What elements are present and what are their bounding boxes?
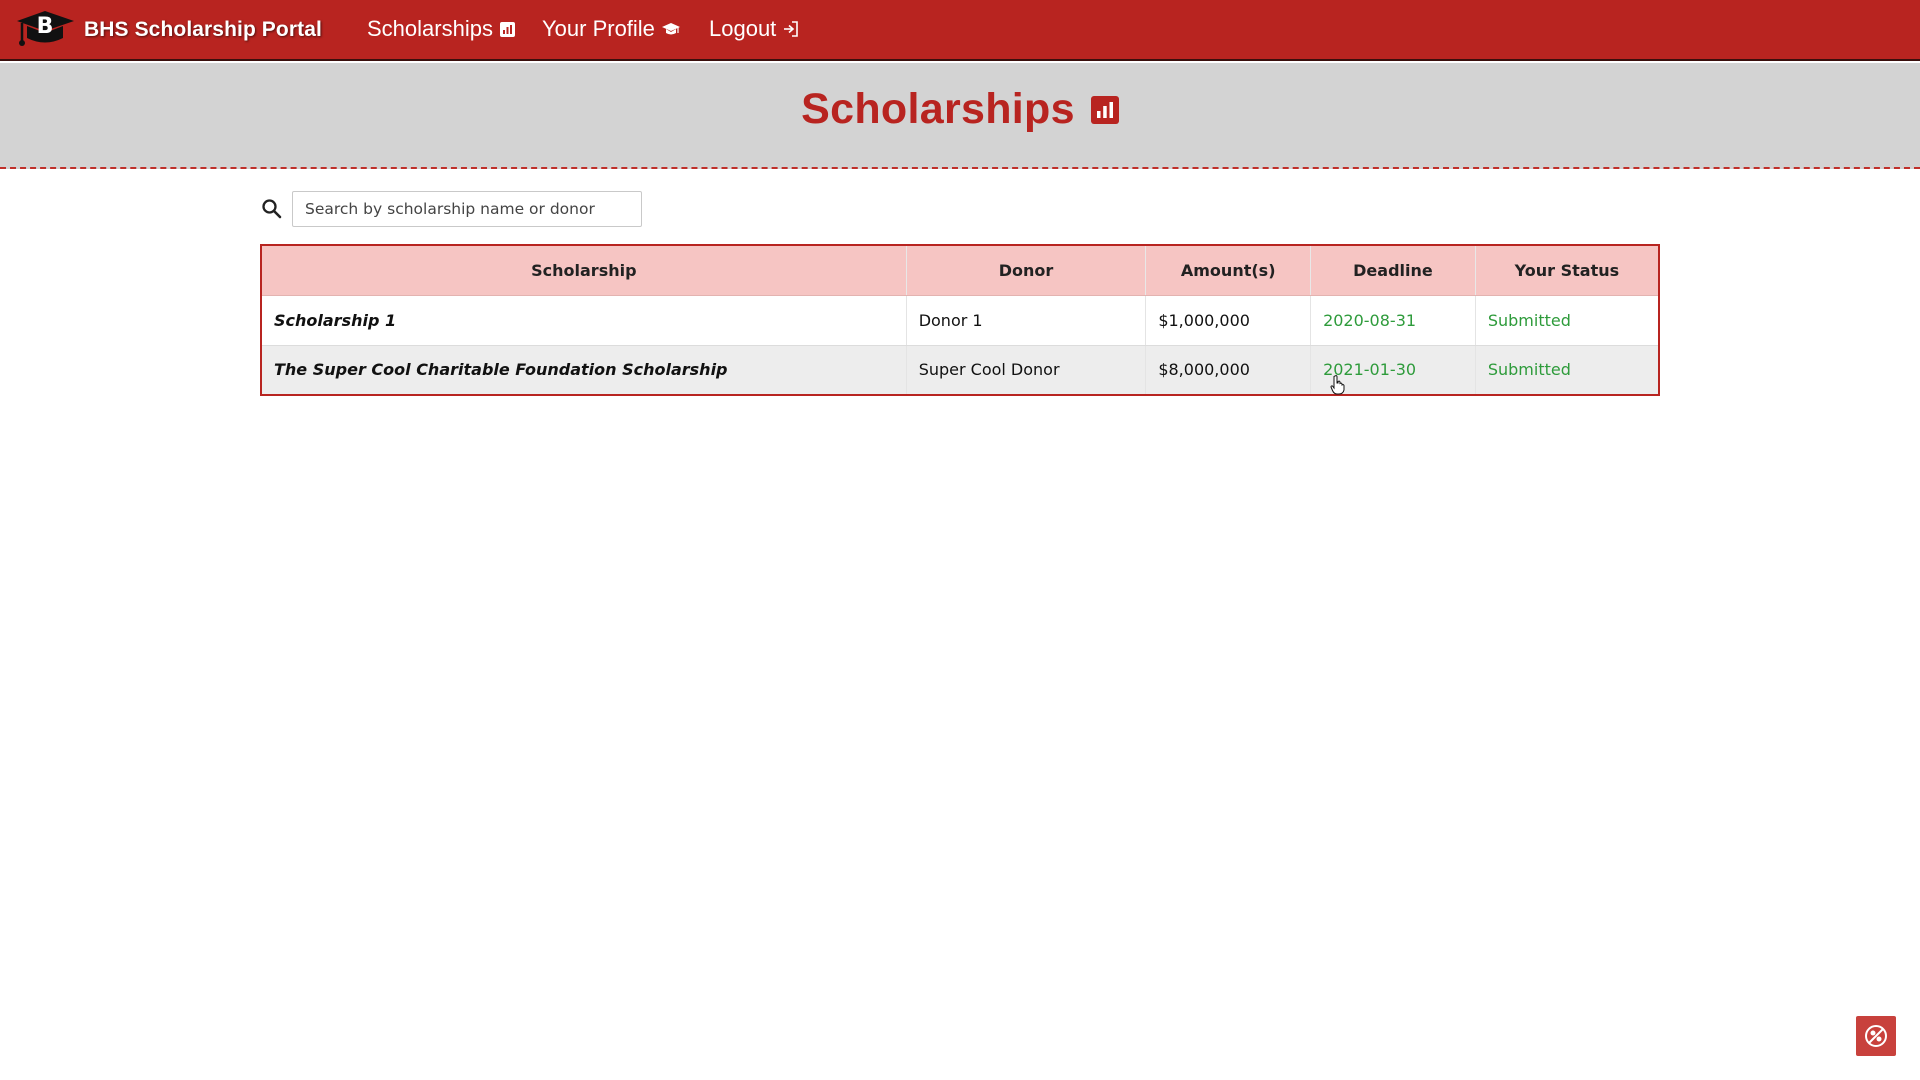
search-icon — [261, 198, 283, 220]
column-header-your-status[interactable]: Your Status — [1475, 245, 1659, 296]
nav-scholarships-label: Scholarships — [367, 16, 493, 41]
bar-chart-icon — [1090, 95, 1119, 124]
logo-letter: B — [37, 14, 54, 39]
brand-title: BHS Scholarship Portal — [84, 17, 322, 41]
page-title: Scholarships — [801, 85, 1075, 133]
status-cell: Submitted — [1475, 345, 1659, 395]
nav-your-profile[interactable]: Your Profile — [542, 16, 680, 42]
amount-cell: $1,000,000 — [1145, 295, 1312, 346]
brand-home-link[interactable]: B BHS Scholarship Portal — [14, 0, 322, 60]
table-row[interactable]: The Super Cool Charitable Foundation Sch… — [261, 345, 1659, 395]
nav-logout-label: Logout — [709, 16, 777, 41]
amount-cell: $8,000,000 — [1145, 345, 1312, 395]
scholarship-name-cell[interactable]: The Super Cool Charitable Foundation Sch… — [261, 345, 907, 395]
deadline-cell: 2020-08-31 — [1310, 295, 1476, 346]
accessibility-widget-icon[interactable] — [1856, 1016, 1896, 1056]
page-title-wrap: Scholarships — [0, 85, 1920, 134]
scholarships-table: Scholarship Donor Amount(s) Deadline You… — [260, 244, 1660, 396]
column-header-donor[interactable]: Donor — [906, 245, 1147, 296]
bar-chart-icon — [499, 21, 515, 37]
status-cell: Submitted — [1475, 295, 1659, 346]
table-header-row: Scholarship Donor Amount(s) Deadline You… — [261, 245, 1659, 296]
table-row[interactable]: Scholarship 1 Donor 1 $1,000,000 2020-08… — [261, 295, 1659, 346]
sign-out-icon — [783, 21, 799, 37]
column-header-deadline[interactable]: Deadline — [1310, 245, 1476, 296]
column-header-scholarship[interactable]: Scholarship — [261, 245, 907, 296]
nav-your-profile-label: Your Profile — [542, 16, 655, 41]
scholarship-name-cell[interactable]: Scholarship 1 — [261, 295, 907, 346]
search-input[interactable] — [292, 191, 642, 227]
nav-logout[interactable]: Logout — [709, 16, 799, 42]
donor-cell: Donor 1 — [906, 295, 1147, 346]
top-navbar: B BHS Scholarship Portal Scholarships Yo… — [0, 0, 1920, 61]
graduation-cap-logo-icon: B — [17, 10, 74, 46]
nav-scholarships[interactable]: Scholarships — [367, 16, 515, 42]
column-header-amounts[interactable]: Amount(s) — [1145, 245, 1312, 296]
page-header: Scholarships — [0, 63, 1920, 169]
donor-cell: Super Cool Donor — [906, 345, 1147, 395]
hand-pointer-cursor-icon — [1330, 375, 1345, 395]
graduation-cap-icon — [661, 22, 680, 37]
